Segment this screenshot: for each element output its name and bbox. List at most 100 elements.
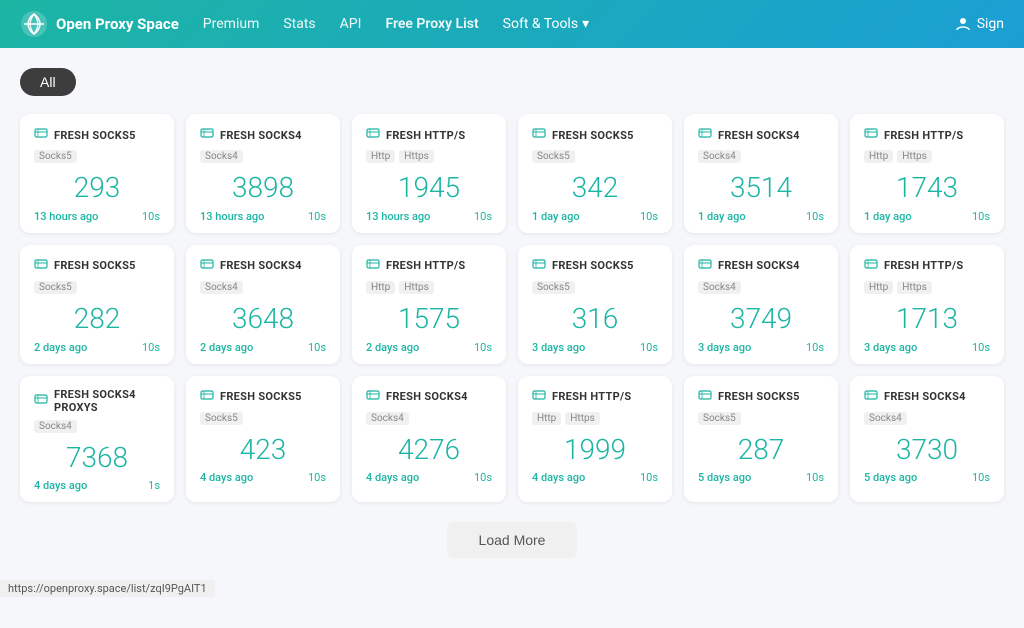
card-count: 293 bbox=[34, 167, 160, 208]
proxy-card[interactable]: FRESH SOCKS4 Socks4 3898 13 hours ago 10… bbox=[186, 114, 340, 233]
card-title: FRESH SOCKS4 bbox=[220, 259, 302, 272]
header-left: Open Proxy Space Premium Stats API Free … bbox=[20, 10, 589, 38]
nav-free-proxy-list[interactable]: Free Proxy List bbox=[385, 16, 478, 32]
card-count: 3514 bbox=[698, 167, 824, 208]
card-interval: 10s bbox=[640, 471, 658, 484]
proxy-card[interactable]: FRESH HTTP/S HttpHttps 1999 4 days ago 1… bbox=[518, 376, 672, 503]
tag: Socks4 bbox=[200, 150, 243, 163]
tag: Http bbox=[864, 150, 893, 163]
tag: Socks5 bbox=[34, 281, 77, 294]
sign-button[interactable]: Sign bbox=[955, 16, 1004, 32]
proxy-icon bbox=[532, 388, 546, 406]
card-footer: 13 hours ago 10s bbox=[200, 210, 326, 223]
card-interval: 10s bbox=[308, 210, 326, 223]
card-header: FRESH SOCKS4 PROXYS bbox=[34, 388, 160, 414]
card-title: FRESH SOCKS4 PROXYS bbox=[54, 388, 160, 414]
card-time: 3 days ago bbox=[698, 341, 751, 354]
card-time: 3 days ago bbox=[864, 341, 917, 354]
card-tags: Socks4 bbox=[864, 412, 990, 425]
logo-icon bbox=[20, 10, 48, 38]
card-count: 282 bbox=[34, 298, 160, 339]
card-tags: Socks4 bbox=[200, 150, 326, 163]
all-filter-button[interactable]: All bbox=[20, 68, 76, 96]
proxy-card[interactable]: FRESH HTTP/S HttpHttps 1575 2 days ago 1… bbox=[352, 245, 506, 364]
card-header: FRESH SOCKS5 bbox=[34, 257, 160, 275]
card-tags: Socks5 bbox=[200, 412, 326, 425]
card-time: 13 hours ago bbox=[34, 210, 98, 223]
card-interval: 10s bbox=[972, 341, 990, 354]
card-time: 1 day ago bbox=[864, 210, 912, 223]
nav-stats[interactable]: Stats bbox=[283, 16, 315, 32]
nav-api[interactable]: API bbox=[340, 16, 362, 32]
card-footer: 3 days ago 10s bbox=[864, 341, 990, 354]
proxy-card[interactable]: FRESH SOCKS4 Socks4 3514 1 day ago 10s bbox=[684, 114, 838, 233]
card-footer: 2 days ago 10s bbox=[200, 341, 326, 354]
proxy-card[interactable]: FRESH SOCKS5 Socks5 293 13 hours ago 10s bbox=[20, 114, 174, 233]
card-interval: 10s bbox=[640, 341, 658, 354]
card-tags: Socks5 bbox=[532, 281, 658, 294]
proxy-icon bbox=[200, 126, 214, 144]
card-footer: 13 hours ago 10s bbox=[34, 210, 160, 223]
card-tags: Http Https bbox=[864, 150, 990, 163]
card-count: 3648 bbox=[200, 298, 326, 339]
proxy-card[interactable]: FRESH SOCKS5 Socks5 282 2 days ago 10s bbox=[20, 245, 174, 364]
proxy-card[interactable]: FRESH HTTP/S HttpHttps 1713 3 days ago 1… bbox=[850, 245, 1004, 364]
nav-soft-tools-dropdown[interactable]: Soft & Tools ▾ bbox=[503, 16, 589, 32]
card-interval: 10s bbox=[308, 471, 326, 484]
proxy-card[interactable]: FRESH SOCKS4 Socks4 3648 2 days ago 10s bbox=[186, 245, 340, 364]
proxy-icon bbox=[366, 388, 380, 406]
card-tags: Socks4 bbox=[698, 281, 824, 294]
card-count: 1743 bbox=[864, 167, 990, 208]
card-count: 316 bbox=[532, 298, 658, 339]
card-time: 13 hours ago bbox=[366, 210, 430, 223]
card-interval: 10s bbox=[142, 341, 160, 354]
proxy-card[interactable]: FRESH SOCKS5 Socks5 342 1 day ago 10s bbox=[518, 114, 672, 233]
tag: Http bbox=[366, 150, 395, 163]
proxy-icon bbox=[200, 388, 214, 406]
card-count: 3898 bbox=[200, 167, 326, 208]
proxy-card[interactable]: FRESH SOCKS4 Socks4 4276 4 days ago 10s bbox=[352, 376, 506, 503]
card-interval: 10s bbox=[806, 341, 824, 354]
card-time: 5 days ago bbox=[864, 471, 917, 484]
card-footer: 2 days ago 10s bbox=[34, 341, 160, 354]
proxy-card[interactable]: FRESH SOCKS5 Socks5 316 3 days ago 10s bbox=[518, 245, 672, 364]
logo-area[interactable]: Open Proxy Space bbox=[20, 10, 179, 38]
nav-premium[interactable]: Premium bbox=[203, 16, 260, 32]
card-header: FRESH SOCKS4 bbox=[366, 388, 492, 406]
proxy-card[interactable]: FRESH SOCKS4 PROXYS Socks4 7368 4 days a… bbox=[20, 376, 174, 503]
card-time: 4 days ago bbox=[532, 471, 585, 484]
card-footer: 4 days ago 10s bbox=[532, 471, 658, 484]
tag: Socks5 bbox=[532, 281, 575, 294]
card-tags: Socks4 bbox=[698, 150, 824, 163]
proxy-card[interactable]: FRESH SOCKS4 Socks4 3749 3 days ago 10s bbox=[684, 245, 838, 364]
proxy-icon bbox=[864, 257, 878, 275]
main-content: All FRESH SOCKS5 Socks5 293 13 hours ago… bbox=[0, 48, 1024, 628]
card-header: FRESH HTTP/S bbox=[366, 126, 492, 144]
proxy-icon bbox=[698, 126, 712, 144]
card-count: 1945 bbox=[366, 167, 492, 208]
proxy-card[interactable]: FRESH SOCKS5 Socks5 423 4 days ago 10s bbox=[186, 376, 340, 503]
card-time: 4 days ago bbox=[366, 471, 419, 484]
card-tags: HttpHttps bbox=[366, 281, 492, 294]
tag: Http bbox=[366, 281, 395, 294]
card-footer: 5 days ago 10s bbox=[698, 471, 824, 484]
card-title: FRESH SOCKS4 bbox=[386, 390, 468, 403]
load-more-button[interactable]: Load More bbox=[447, 522, 578, 558]
card-time: 5 days ago bbox=[698, 471, 751, 484]
proxy-card[interactable]: FRESH HTTP/S HttpHttps 1743 1 day ago 10… bbox=[850, 114, 1004, 233]
card-tags: Socks5 bbox=[532, 150, 658, 163]
card-interval: 10s bbox=[972, 210, 990, 223]
tag: Socks4 bbox=[366, 412, 409, 425]
card-header: FRESH SOCKS4 bbox=[864, 388, 990, 406]
card-tags: Socks5 bbox=[698, 412, 824, 425]
proxy-card[interactable]: FRESH SOCKS5 Socks5 287 5 days ago 10s bbox=[684, 376, 838, 503]
tag: Socks4 bbox=[864, 412, 907, 425]
card-count: 7368 bbox=[34, 437, 160, 478]
proxy-card[interactable]: FRESH HTTP/S HttpHttps 1945 13 hours ago… bbox=[352, 114, 506, 233]
card-tags: Socks4 bbox=[200, 281, 326, 294]
tag: Https bbox=[897, 150, 931, 163]
tag: Socks4 bbox=[698, 281, 741, 294]
card-header: FRESH SOCKS4 bbox=[698, 126, 824, 144]
proxy-card[interactable]: FRESH SOCKS4 Socks4 3730 5 days ago 10s bbox=[850, 376, 1004, 503]
card-time: 13 hours ago bbox=[200, 210, 264, 223]
